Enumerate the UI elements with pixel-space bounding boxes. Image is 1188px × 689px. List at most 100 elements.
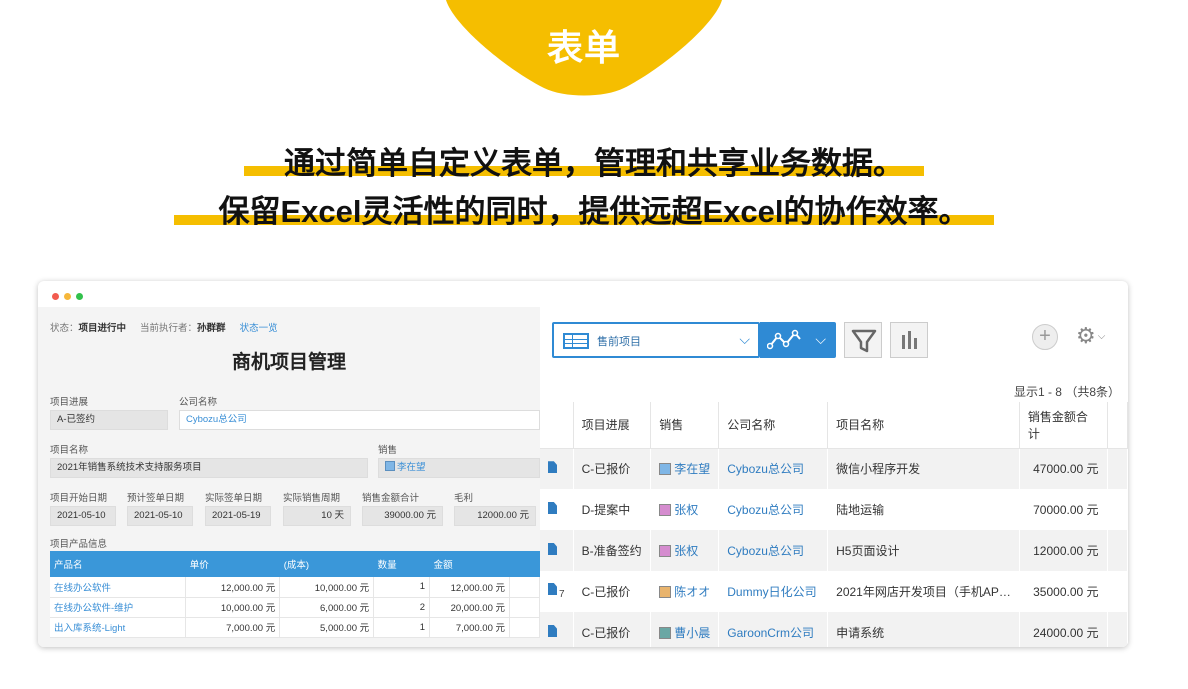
sales-cell[interactable]: 张权 [650, 489, 720, 530]
record-list: 售前项目 ⌵ ⌵ + ⚙ ⌵ 显示1 - 8 （共8条） 项目进展 销售 公司名… [540, 307, 1128, 647]
filter-button[interactable] [844, 322, 882, 358]
company-link[interactable]: Cybozu总公司 [718, 489, 829, 530]
sales-cycle-label: 实际销售周期 [283, 493, 341, 504]
column-header [1107, 402, 1128, 449]
detail-link[interactable] [540, 530, 574, 571]
sales-cell[interactable]: 陈オオ [650, 571, 720, 612]
user-avatar-icon [659, 586, 672, 598]
maximize-dot-icon[interactable] [76, 293, 83, 300]
plan-sign-date-field[interactable]: 2021-05-10 [127, 506, 193, 526]
quantity-cell: 1 [373, 617, 431, 638]
product-name-link[interactable]: 出入库系统-Light [50, 617, 187, 638]
company-link[interactable]: Cybozu总公司 [718, 448, 829, 489]
settings-button[interactable]: ⚙ ⌵ [1076, 324, 1105, 349]
company-link[interactable]: GaroonCrm公司 [718, 612, 829, 647]
project-cell: 2021年网店开发项目（手机AP… [827, 571, 1020, 612]
column-header[interactable]: 项目名称 [827, 402, 1020, 449]
products-table: 产品名 单价 (成本) 数量 金额 在线办公软件 12,000.00 元 10,… [50, 551, 540, 638]
unit-price-cell: 7,000.00 元 [185, 617, 281, 638]
products-section-label: 项目产品信息 [50, 539, 108, 550]
column-header[interactable]: 公司名称 [718, 402, 829, 449]
plus-icon[interactable]: + [1032, 324, 1058, 350]
column-header[interactable]: 项目进展 [573, 402, 652, 449]
product-name-link[interactable]: 在线办公软件 [50, 577, 187, 598]
product-name-link[interactable]: 在线办公软件-维护 [50, 597, 187, 618]
view-selector-value: 售前项目 [597, 336, 641, 348]
form-title: 商机项目管理 [231, 352, 346, 373]
minimize-dot-icon[interactable] [64, 293, 71, 300]
company-link[interactable]: Dummy日化公司 [718, 571, 829, 612]
status-list-link[interactable]: 状态一览 [240, 323, 278, 334]
table-row[interactable]: C-已报价 曹小晨 GaroonCrm公司 申请系统 24000.00 元 [540, 612, 1128, 647]
sales-name: 张权 [674, 503, 699, 517]
progress-field[interactable]: A-已签约 [50, 410, 168, 430]
chevron-down-icon: ⌵ [815, 331, 826, 347]
cost-cell: 10,000.00 元 [279, 577, 375, 598]
project-name-field[interactable]: 2021年销售系统技术支持服务项目 [50, 458, 368, 478]
margin-label: 毛利 [454, 493, 474, 504]
empty-cell [509, 597, 540, 618]
graph-view-button[interactable]: ⌵ [760, 322, 836, 358]
records-table: 项目进展 销售 公司名称 项目名称 销售金额合计 C-已报价 李在望 Cyboz… [540, 402, 1128, 647]
column-header[interactable]: 销售金额合计 [1019, 402, 1108, 449]
summary-button[interactable] [890, 322, 928, 358]
sales-name: 张权 [674, 544, 699, 558]
sales-cell[interactable]: 曹小晨 [650, 612, 720, 647]
progress-cell: B-准备签约 [573, 530, 652, 571]
table-row[interactable]: D-提案中 张权 Cybozu总公司 陆地运输 70000.00 元 [540, 489, 1128, 530]
close-dot-icon[interactable] [52, 293, 59, 300]
table-row[interactable]: C-已报价 李在望 Cybozu总公司 微信小程序开发 47000.00 元 [540, 448, 1128, 489]
headline-line-1: 通过简单自定义表单，管理和共享业务数据。 [284, 146, 904, 181]
detail-link[interactable] [540, 448, 574, 489]
column-header: 产品名 [50, 551, 186, 577]
progress-cell: C-已报价 [573, 571, 652, 612]
window-controls [52, 293, 83, 300]
column-header [509, 551, 540, 577]
company-link[interactable]: Cybozu总公司 [718, 530, 829, 571]
total-field[interactable]: 39000.00 元 [362, 506, 443, 526]
column-header: (成本) [279, 551, 374, 577]
cost-cell: 5,000.00 元 [279, 617, 375, 638]
app-window: 状态：项目进行中 当前执行者：孙群群 状态一览 商机项目管理 项目进展 A-已签约 … [38, 281, 1128, 647]
empty-cell [509, 577, 540, 598]
empty-cell [1107, 530, 1128, 571]
document-icon [548, 583, 557, 595]
table-row: 出入库系统-Light 7,000.00 元 5,000.00 元 1 7,00… [50, 617, 540, 638]
document-icon [548, 461, 557, 474]
actual-sign-date-field[interactable]: 2021-05-19 [205, 506, 271, 526]
company-field[interactable]: Cybozu总公司 [179, 410, 540, 430]
start-date-label: 项目开始日期 [50, 493, 108, 504]
project-cell: 申请系统 [827, 612, 1020, 647]
table-row[interactable]: 7 C-已报价 陈オオ Dummy日化公司 2021年网店开发项目（手机AP… … [540, 571, 1128, 612]
view-selector[interactable]: 售前项目 ⌵ [552, 322, 760, 358]
sales-value: 李在望 [397, 462, 426, 473]
company-label: 公司名称 [179, 397, 218, 408]
sales-field[interactable]: 李在望 [378, 458, 540, 478]
user-avatar-icon [385, 461, 395, 471]
sales-cycle-field[interactable]: 10 天 [283, 506, 351, 526]
start-date-field[interactable]: 2021-05-10 [50, 506, 116, 526]
detail-link[interactable] [540, 489, 574, 530]
margin-field[interactable]: 12000.00 元 [454, 506, 536, 526]
chevron-down-icon: ⌵ [739, 331, 750, 347]
amount-cell: 12000.00 元 [1019, 530, 1108, 571]
detail-link[interactable]: 7 [540, 571, 574, 612]
status-label: 状态： [50, 323, 79, 334]
sales-cell[interactable]: 李在望 [650, 448, 720, 489]
table-header-row: 项目进展 销售 公司名称 项目名称 销售金额合计 [540, 402, 1128, 449]
unit-price-cell: 12,000.00 元 [185, 577, 281, 598]
column-header[interactable]: 销售 [650, 402, 720, 449]
table-header-row: 产品名 单价 (成本) 数量 金额 [50, 551, 540, 577]
amount-cell: 70000.00 元 [1019, 489, 1108, 530]
record-form: 状态：项目进行中 当前执行者：孙群群 状态一览 商机项目管理 项目进展 A-已签约 … [38, 307, 540, 647]
document-icon [548, 625, 557, 637]
comment-count-badge: 7 [559, 589, 565, 600]
project-cell: 微信小程序开发 [827, 448, 1020, 489]
sales-cell[interactable]: 张权 [650, 530, 720, 571]
actual-sign-date-label: 实际签单日期 [205, 493, 263, 504]
detail-link[interactable] [540, 612, 574, 647]
funnel-icon [851, 329, 877, 353]
table-row[interactable]: B-准备签约 张权 Cybozu总公司 H5页面设计 12000.00 元 [540, 530, 1128, 571]
table-row: 在线办公软件-维护 10,000.00 元 6,000.00 元 2 20,00… [50, 597, 540, 618]
column-header: 数量 [373, 551, 430, 577]
